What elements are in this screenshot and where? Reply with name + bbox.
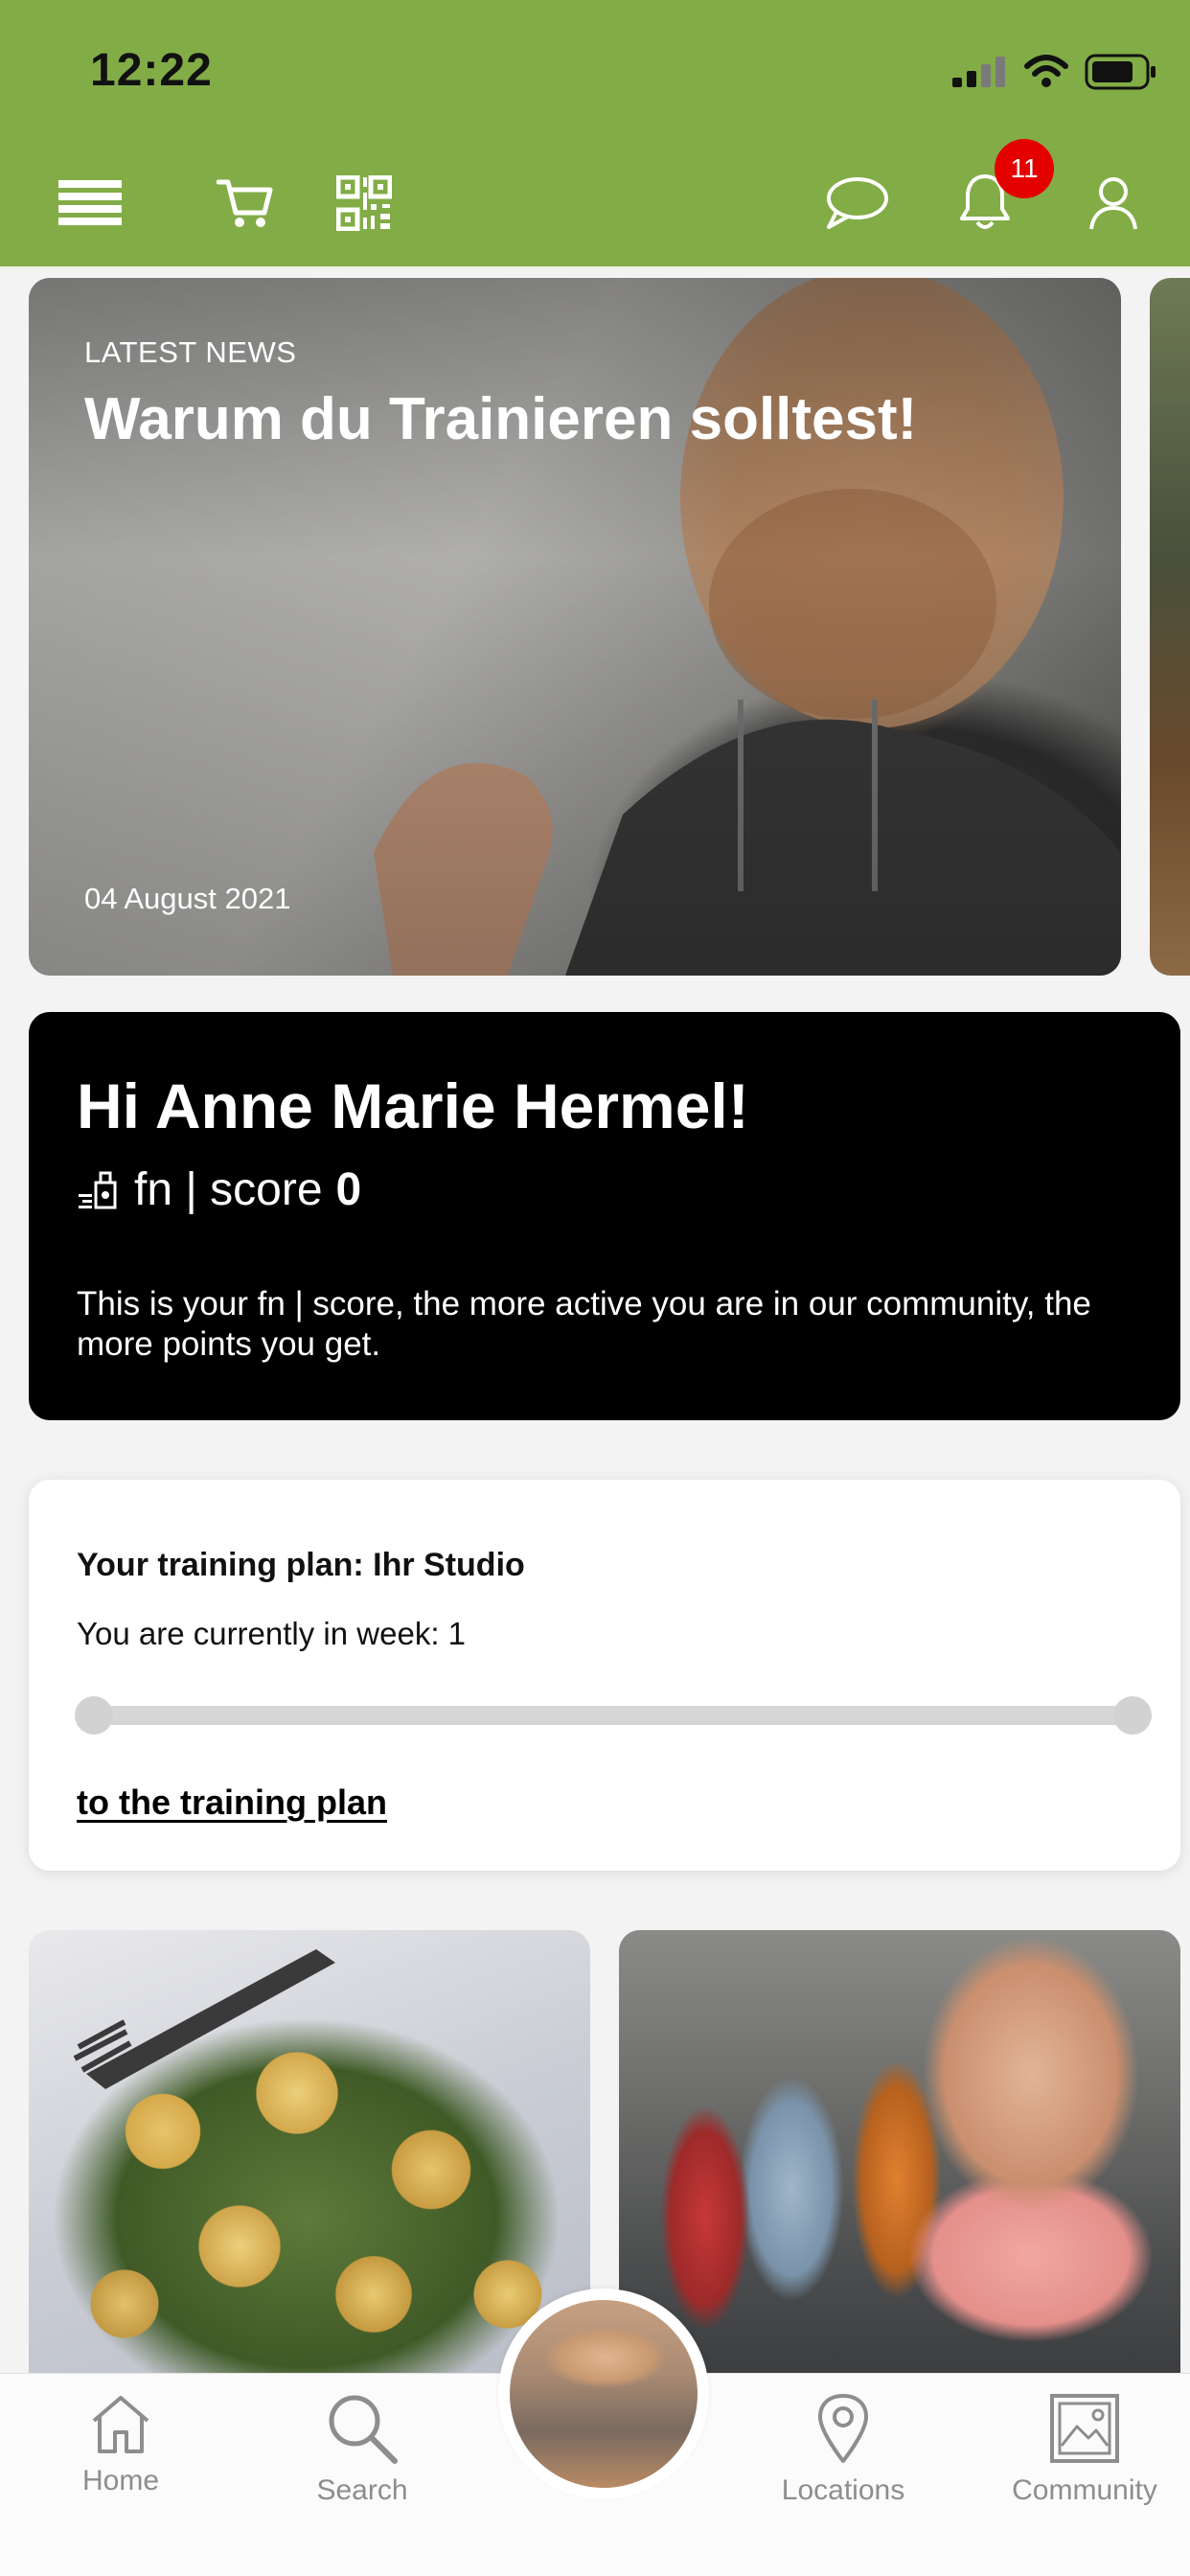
home-icon xyxy=(92,2396,149,2453)
battery-icon xyxy=(1085,54,1156,90)
training-progress-track xyxy=(84,1706,1138,1725)
tab-search[interactable]: Search xyxy=(257,2392,468,2507)
profile-icon xyxy=(1089,177,1137,230)
app-header: 12:22 11 xyxy=(0,0,1190,268)
chat-button[interactable] xyxy=(822,169,891,238)
search-icon xyxy=(329,2395,398,2464)
qr-code-button[interactable] xyxy=(335,169,393,238)
training-progress-end-knob xyxy=(1113,1696,1152,1735)
training-plan-week: You are currently in week: 1 xyxy=(77,1616,467,1651)
status-time: 12:22 xyxy=(90,45,213,96)
chat-icon xyxy=(827,177,888,229)
next-news-card[interactable] xyxy=(1150,278,1190,976)
training-plan-card: Your training plan: Ihr Studio You are c… xyxy=(29,1480,1180,1871)
wifi-icon xyxy=(1024,55,1068,87)
profile-button[interactable] xyxy=(1085,169,1142,238)
score-card[interactable]: Hi Anne Marie Hermel! fn | score 0 This … xyxy=(29,1012,1180,1420)
studio-photo xyxy=(510,2300,698,2488)
training-plan-link[interactable]: to the training plan xyxy=(77,1782,387,1823)
news-title: Warum du Trainieren solltest! xyxy=(84,386,918,452)
community-image-icon xyxy=(1050,2394,1119,2463)
cart-button[interactable] xyxy=(215,169,276,238)
greeting: Hi Anne Marie Hermel! xyxy=(77,1070,749,1141)
score-line: fn | score 0 xyxy=(77,1163,361,1216)
cart-icon xyxy=(217,179,273,227)
tab-community[interactable]: Community xyxy=(979,2392,1190,2507)
news-card[interactable]: LATEST NEWS Warum du Trainieren solltest… xyxy=(29,278,1121,976)
tab-studio[interactable] xyxy=(498,2288,709,2499)
location-pin-icon xyxy=(818,2394,868,2463)
menu-icon xyxy=(58,180,122,225)
score-value: 0 xyxy=(335,1164,362,1215)
qr-code-icon xyxy=(336,175,392,231)
tab-home[interactable]: Home xyxy=(15,2392,226,2497)
notification-badge: 11 xyxy=(995,139,1054,198)
score-label: fn | score xyxy=(134,1164,323,1215)
training-progress-start-knob xyxy=(75,1696,113,1735)
tab-locations-label: Locations xyxy=(781,2474,905,2506)
score-description: This is your fn | score, the more active… xyxy=(77,1285,1091,1363)
status-icons xyxy=(952,50,1157,94)
tab-home-label: Home xyxy=(81,2465,160,2496)
training-plan-title: Your training plan: Ihr Studio xyxy=(77,1547,525,1583)
recipe-tile[interactable] xyxy=(29,1930,590,2409)
signal-icon xyxy=(952,57,1005,87)
tab-search-label: Search xyxy=(316,2474,408,2506)
header-divider xyxy=(0,266,1190,270)
news-label: LATEST NEWS xyxy=(84,335,297,369)
tab-locations[interactable]: Locations xyxy=(738,2392,949,2507)
score-icon xyxy=(79,1171,117,1208)
tab-community-label: Community xyxy=(1012,2474,1157,2506)
news-overlay xyxy=(29,278,1121,976)
fork-illustration xyxy=(73,1949,335,2089)
fitness-tile[interactable] xyxy=(619,1930,1180,2409)
news-date: 04 August 2021 xyxy=(84,882,291,915)
menu-button[interactable] xyxy=(56,169,125,238)
